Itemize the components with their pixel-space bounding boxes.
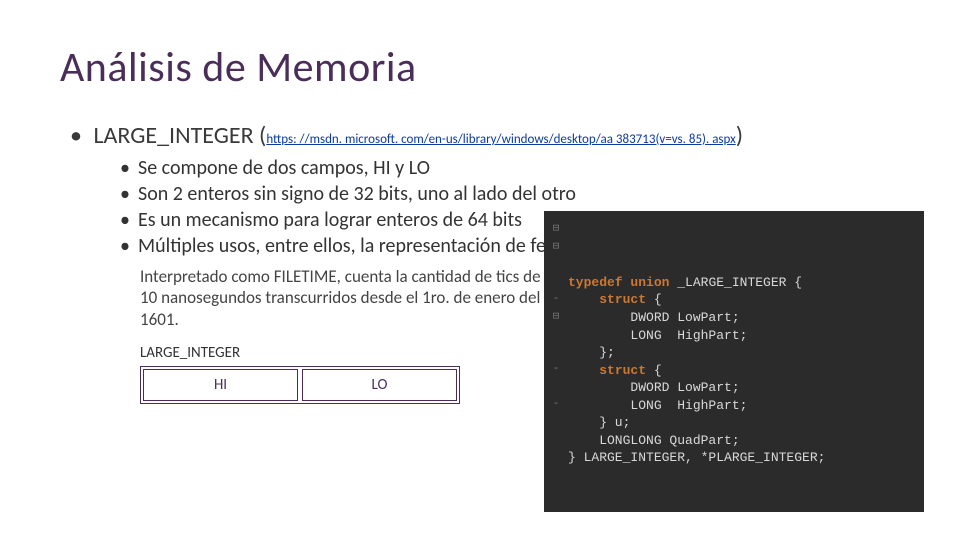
code-body: typedef union _LARGE_INTEGER { struct { … [568,274,914,467]
lo-cell: LO [302,369,457,401]
hi-lo-diagram: HI LO [140,366,460,404]
heading-label: LARGE_INTEGER [93,121,253,150]
bullet-large-integer: • LARGE_INTEGER (https: //msdn. microsof… [70,121,900,150]
paren-close: ) [736,121,743,150]
msdn-link[interactable]: https: //msdn. microsoft. com/en-us/libr… [266,132,735,147]
hi-cell: HI [143,369,298,401]
filetime-paragraph: Interpretado como FILETIME, cuenta la ca… [140,266,560,330]
list-item: Son 2 enteros sin signo de 32 bits, uno … [120,182,900,206]
slide: Análisis de Memoria • LARGE_INTEGER (htt… [0,0,960,540]
page-title: Análisis de Memoria [60,42,900,93]
list-item: Se compone de dos campos, HI y LO [120,156,900,180]
code-snippet: ⊟⊟ -⊟ - - typedef union _LARGE_INTEGER {… [544,211,924,512]
code-gutter: ⊟⊟ -⊟ - - [548,221,564,414]
bullet-dot-icon: • [70,121,88,150]
